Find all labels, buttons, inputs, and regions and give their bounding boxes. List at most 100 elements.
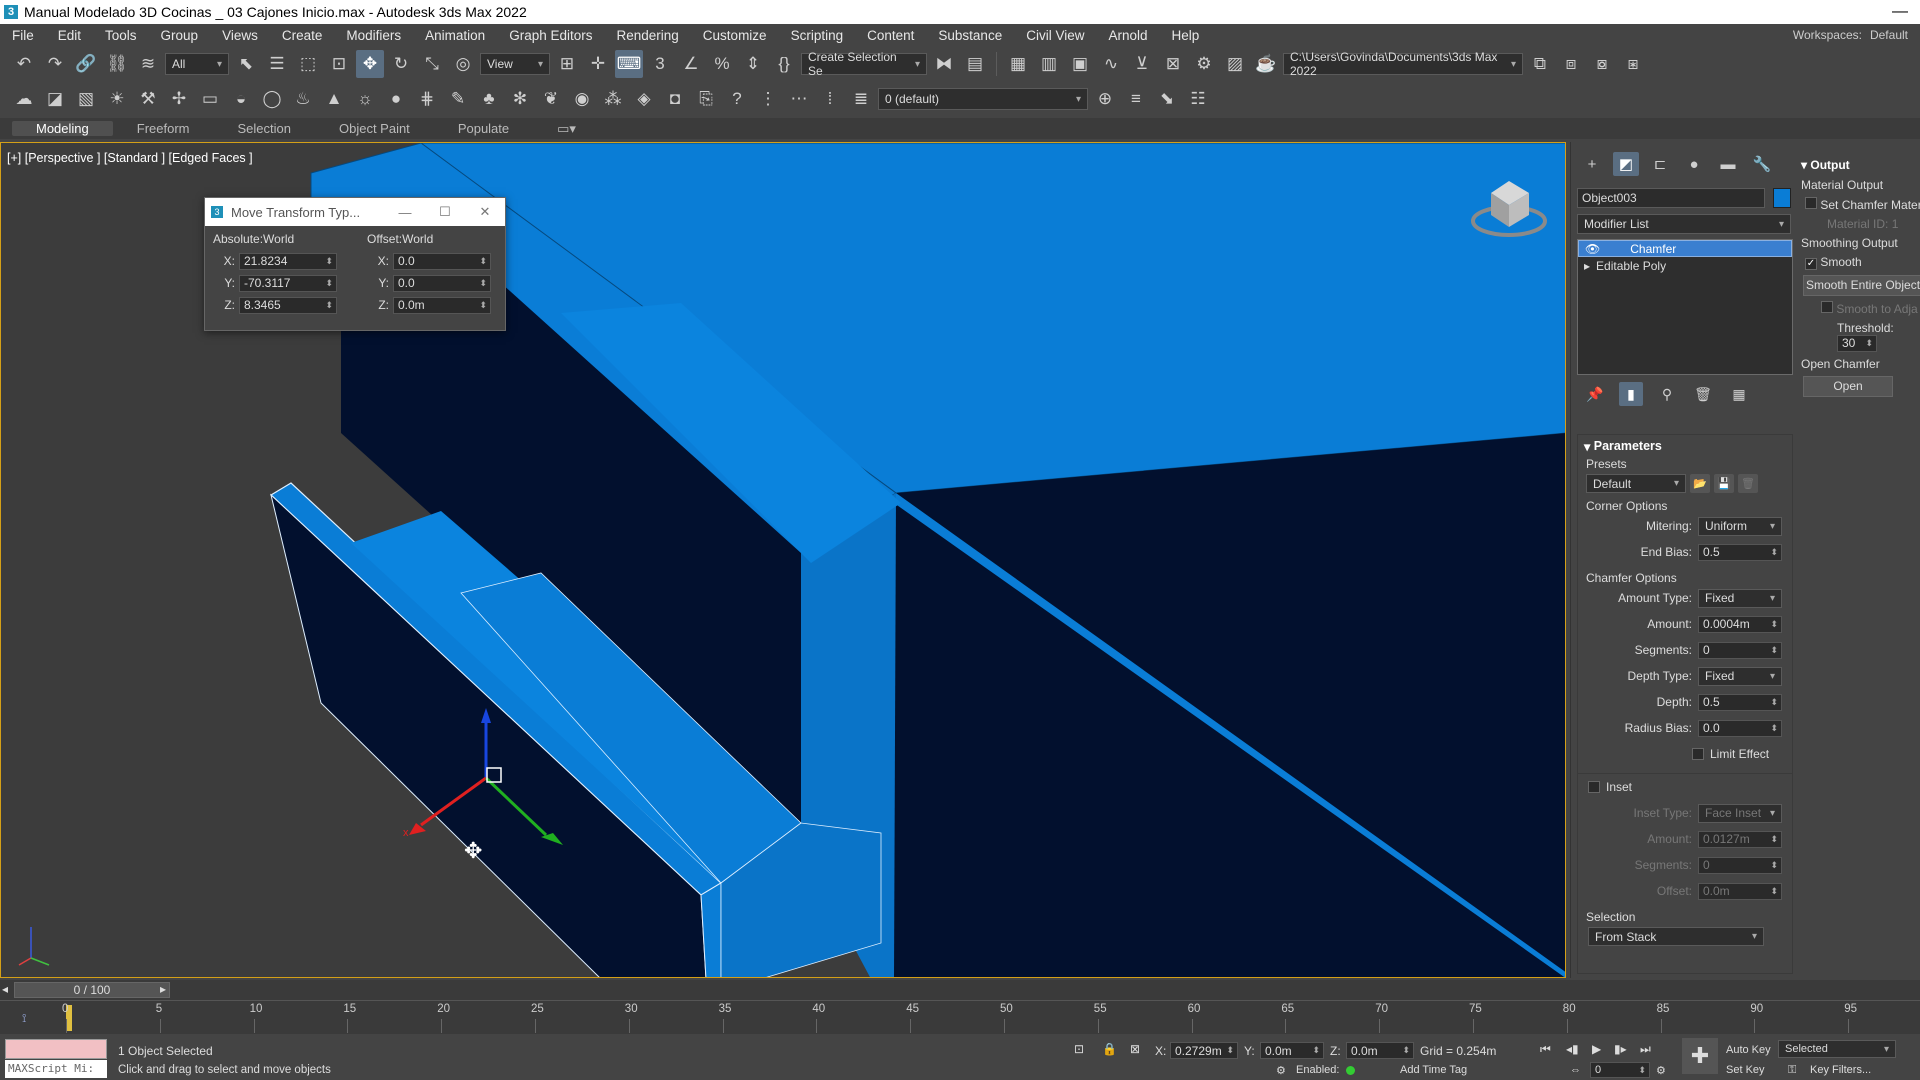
grid-icon[interactable]: ⋕ — [413, 85, 441, 113]
mitering-dropdown[interactable]: Uniform — [1698, 516, 1782, 536]
menu-animation[interactable]: Animation — [413, 28, 497, 43]
object-name-field[interactable]: Object003 — [1577, 188, 1765, 208]
window-crossing-icon[interactable]: ⊡ — [325, 50, 353, 78]
image-icon[interactable]: ▧ — [72, 85, 100, 113]
menu-civil-view[interactable]: Civil View — [1014, 28, 1096, 43]
dialog-minimize-button[interactable]: — — [385, 205, 425, 220]
omni-icon[interactable]: ● — [382, 85, 410, 113]
mirror-icon[interactable]: ⧓ — [930, 50, 958, 78]
layer-dropdown[interactable]: 0 (default) — [878, 88, 1088, 110]
off-z-field[interactable]: 0.0m — [393, 296, 491, 314]
go-to-end-icon[interactable]: ⏭ — [1640, 1042, 1651, 1057]
segments-field[interactable]: 0 — [1698, 641, 1782, 659]
presets-dropdown[interactable]: Default — [1586, 474, 1686, 493]
render-setup-icon[interactable]: ⚙ — [1190, 50, 1218, 78]
add-time-tag[interactable]: Add Time Tag — [1400, 1064, 1467, 1076]
key-mode-dropdown[interactable]: Selected — [1778, 1040, 1896, 1058]
add-layer-icon[interactable]: ⊕ — [1091, 85, 1119, 113]
output-header[interactable]: ▾ Output — [1797, 158, 1920, 172]
maxscript-listener[interactable] — [5, 1039, 107, 1059]
project-open-icon[interactable]: ⧈ — [1557, 50, 1585, 78]
scene-explorer-icon[interactable]: ▦ — [1004, 50, 1032, 78]
track-bar[interactable]: ⟟ 0 5 10 15 20 25 30 35 40 45 50 55 60 65 70 75 80 85 90 95 — [0, 1000, 1920, 1034]
stack-item-chamfer[interactable]: 👁 Chamfer — [1578, 240, 1792, 257]
project-settings-icon[interactable]: ⧆ — [1619, 50, 1647, 78]
unlink-icon[interactable]: ⛓ — [103, 50, 131, 78]
toggle-ribbon-icon[interactable]: ▣ — [1066, 50, 1094, 78]
menu-content[interactable]: Content — [855, 28, 926, 43]
absolute-mode-icon[interactable]: ⊠ — [1130, 1042, 1140, 1056]
go-to-start-icon[interactable]: ⏮ — [1540, 1042, 1551, 1057]
percent-snap-icon[interactable]: % — [708, 50, 736, 78]
dialog-maximize-button[interactable]: ☐ — [425, 204, 465, 220]
object-color-swatch[interactable] — [1773, 188, 1791, 208]
next-key-icon[interactable]: ▮▸ — [1614, 1042, 1627, 1056]
inset-offset-field[interactable]: 0.0m — [1698, 882, 1782, 900]
smooth-entire-object-button[interactable]: Smooth Entire Object — [1803, 274, 1920, 296]
spinner-snap-icon[interactable]: ⇕ — [739, 50, 767, 78]
link-icon[interactable]: 🔗 — [72, 50, 100, 78]
expand-icon[interactable]: ▸ — [1584, 259, 1590, 273]
coord-y-field[interactable]: 0.0m — [1260, 1042, 1324, 1059]
scale-icon[interactable]: ⤡ — [418, 50, 446, 78]
pivot-center-icon[interactable]: ⊞ — [553, 50, 581, 78]
depth-type-dropdown[interactable]: Fixed — [1698, 666, 1782, 686]
remove-modifier-icon[interactable]: 🗑 — [1691, 382, 1715, 406]
lock-selection-icon[interactable]: 🔒 — [1102, 1042, 1117, 1056]
curve-editor-icon[interactable]: ∿ — [1097, 50, 1125, 78]
snaps-toggle-icon[interactable]: 3 — [646, 50, 674, 78]
project-path-dropdown[interactable]: C:\Users\Govinda\Documents\3ds Max 2022 — [1283, 50, 1523, 78]
color-balls-icon[interactable]: ⁂ — [599, 85, 627, 113]
motion-tab-icon[interactable]: ● — [1681, 152, 1707, 176]
abs-z-field[interactable]: 8.3465 — [239, 296, 337, 314]
amount-field[interactable]: 0.0004m — [1698, 615, 1782, 633]
smooth-checkbox[interactable]: ✓ — [1805, 257, 1817, 270]
isolate-selection-icon[interactable]: ⊡ — [1074, 1042, 1084, 1056]
mini-curve-editor-icon[interactable]: ⟟ — [22, 1011, 26, 1026]
amount-type-dropdown[interactable]: Fixed — [1698, 588, 1782, 608]
edit-named-sel-icon[interactable]: {} — [770, 50, 798, 78]
tab-populate[interactable]: Populate — [434, 121, 533, 136]
workspaces-dropdown[interactable]: Default — [1870, 28, 1908, 42]
plant-icon[interactable]: ❦ — [537, 85, 565, 113]
sphere-icon[interactable]: ◒ — [227, 85, 255, 113]
menu-substance[interactable]: Substance — [926, 28, 1014, 43]
menu-graph-editors[interactable]: Graph Editors — [497, 28, 604, 43]
layer-manager-icon[interactable]: ☷ — [1184, 85, 1212, 113]
ref-coord-dropdown[interactable]: View — [480, 53, 550, 75]
menu-rendering[interactable]: Rendering — [605, 28, 691, 43]
inset-segments-field[interactable]: 0 — [1698, 856, 1782, 874]
play-icon[interactable]: ▶ — [1592, 1042, 1601, 1056]
brush-icon[interactable]: ✎ — [444, 85, 472, 113]
geosphere-icon[interactable]: ◯ — [258, 85, 286, 113]
tab-object-paint[interactable]: Object Paint — [315, 121, 434, 136]
material-editor-icon[interactable]: ⊠ — [1159, 50, 1187, 78]
angle-snap-icon[interactable]: ∠ — [677, 50, 705, 78]
prev-key-icon[interactable]: ◂▮ — [1566, 1042, 1579, 1056]
rotate-icon[interactable]: ↻ — [387, 50, 415, 78]
prev-frame-icon[interactable]: ◂ — [2, 982, 8, 996]
modify-tab-icon[interactable]: ◩ — [1613, 152, 1639, 176]
radius-bias-field[interactable]: 0.0 — [1698, 719, 1782, 737]
coord-z-field[interactable]: 0.0m — [1346, 1042, 1414, 1059]
show-end-result-icon[interactable]: ▮ — [1619, 382, 1643, 406]
ribbon-options-icon[interactable]: ▭▾ — [533, 121, 600, 137]
parameters-header[interactable]: ▾ Parameters — [1578, 435, 1792, 457]
dialog-close-button[interactable]: ✕ — [465, 204, 505, 220]
threshold-field[interactable]: 30 — [1837, 334, 1877, 352]
menu-tools[interactable]: Tools — [93, 28, 149, 43]
tab-selection[interactable]: Selection — [214, 121, 315, 136]
align-icon[interactable]: ▤ — [961, 50, 989, 78]
distribute-icon[interactable]: ⁞ — [816, 85, 844, 113]
menu-help[interactable]: Help — [1160, 28, 1212, 43]
layers-icon[interactable]: ≣ — [847, 85, 875, 113]
time-slider[interactable]: 0 / 100 — [14, 982, 170, 998]
set-chamfer-checkbox[interactable] — [1805, 197, 1817, 209]
display-tab-icon[interactable]: ▬ — [1715, 152, 1741, 176]
layer-explorer-icon[interactable]: ▥ — [1035, 50, 1063, 78]
rect-selection-icon[interactable]: ⬚ — [294, 50, 322, 78]
inset-checkbox[interactable] — [1588, 781, 1600, 793]
dialog-title-bar[interactable]: 3 Move Transform Typ... — ☐ ✕ — [205, 198, 505, 226]
time-config-icon[interactable]: ⚙ — [1656, 1064, 1666, 1077]
key-mode-icon[interactable]: ⇔ — [1570, 1064, 1581, 1076]
